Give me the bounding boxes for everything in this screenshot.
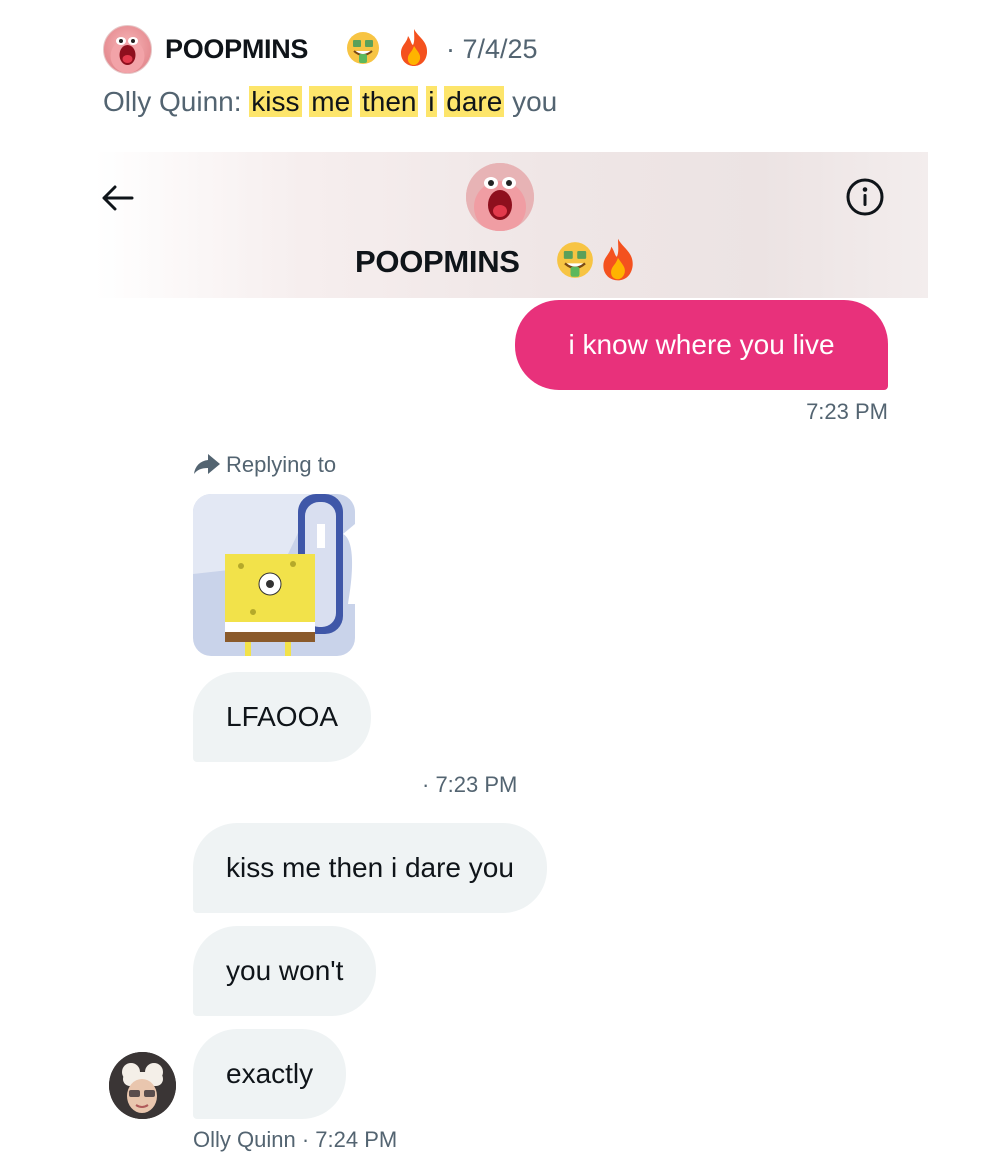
snippet-highlight-word: i	[426, 86, 437, 117]
back-arrow-icon[interactable]	[98, 180, 138, 216]
replying-to-label: Replying to	[226, 452, 337, 477]
snippet-sender: Olly Quinn:	[103, 86, 242, 117]
conversation-avatar[interactable]	[466, 163, 534, 231]
reply-arrow-icon	[193, 452, 221, 476]
sender-name[interactable]: Olly Quinn	[193, 1127, 296, 1152]
replied-media-thumbnail[interactable]	[193, 494, 355, 656]
incoming-message[interactable]: you won't	[193, 926, 377, 1016]
snippet-highlight-word: kiss	[249, 86, 302, 117]
snippet-highlight-word: dare	[444, 86, 505, 117]
snippet-highlight-word: then	[359, 86, 419, 117]
incoming-message[interactable]: kiss me then i dare you	[193, 823, 547, 913]
snippet-word: you	[512, 86, 558, 117]
result-snippet[interactable]: Olly Quinn: kiss me then i dare you	[103, 83, 557, 121]
message-timestamp: · 7:23 PM	[422, 772, 518, 797]
money-mouth-face-icon	[556, 241, 594, 279]
message-footer: Olly Quinn · 7:24 PM	[193, 1125, 397, 1155]
fire-icon	[398, 27, 430, 67]
info-icon[interactable]	[845, 177, 885, 217]
conversation-title: POOPMINS	[355, 244, 520, 279]
result-contact-name[interactable]: POOPMINS	[165, 31, 308, 67]
snippet-highlight-word: me	[309, 86, 353, 117]
message-timestamp: · 7:24 PM	[301, 1127, 398, 1152]
money-mouth-face-icon	[346, 31, 380, 65]
result-date: · 7/4/25	[446, 34, 538, 64]
incoming-message[interactable]: LFAOOA	[193, 672, 372, 762]
outgoing-message[interactable]: i know where you live	[515, 300, 888, 390]
message-timestamp: 7:23 PM	[806, 399, 888, 424]
poopmins-avatar[interactable]	[103, 25, 152, 74]
incoming-message[interactable]: exactly	[193, 1029, 347, 1119]
sender-avatar[interactable]	[109, 1052, 176, 1119]
fire-icon	[600, 236, 636, 282]
